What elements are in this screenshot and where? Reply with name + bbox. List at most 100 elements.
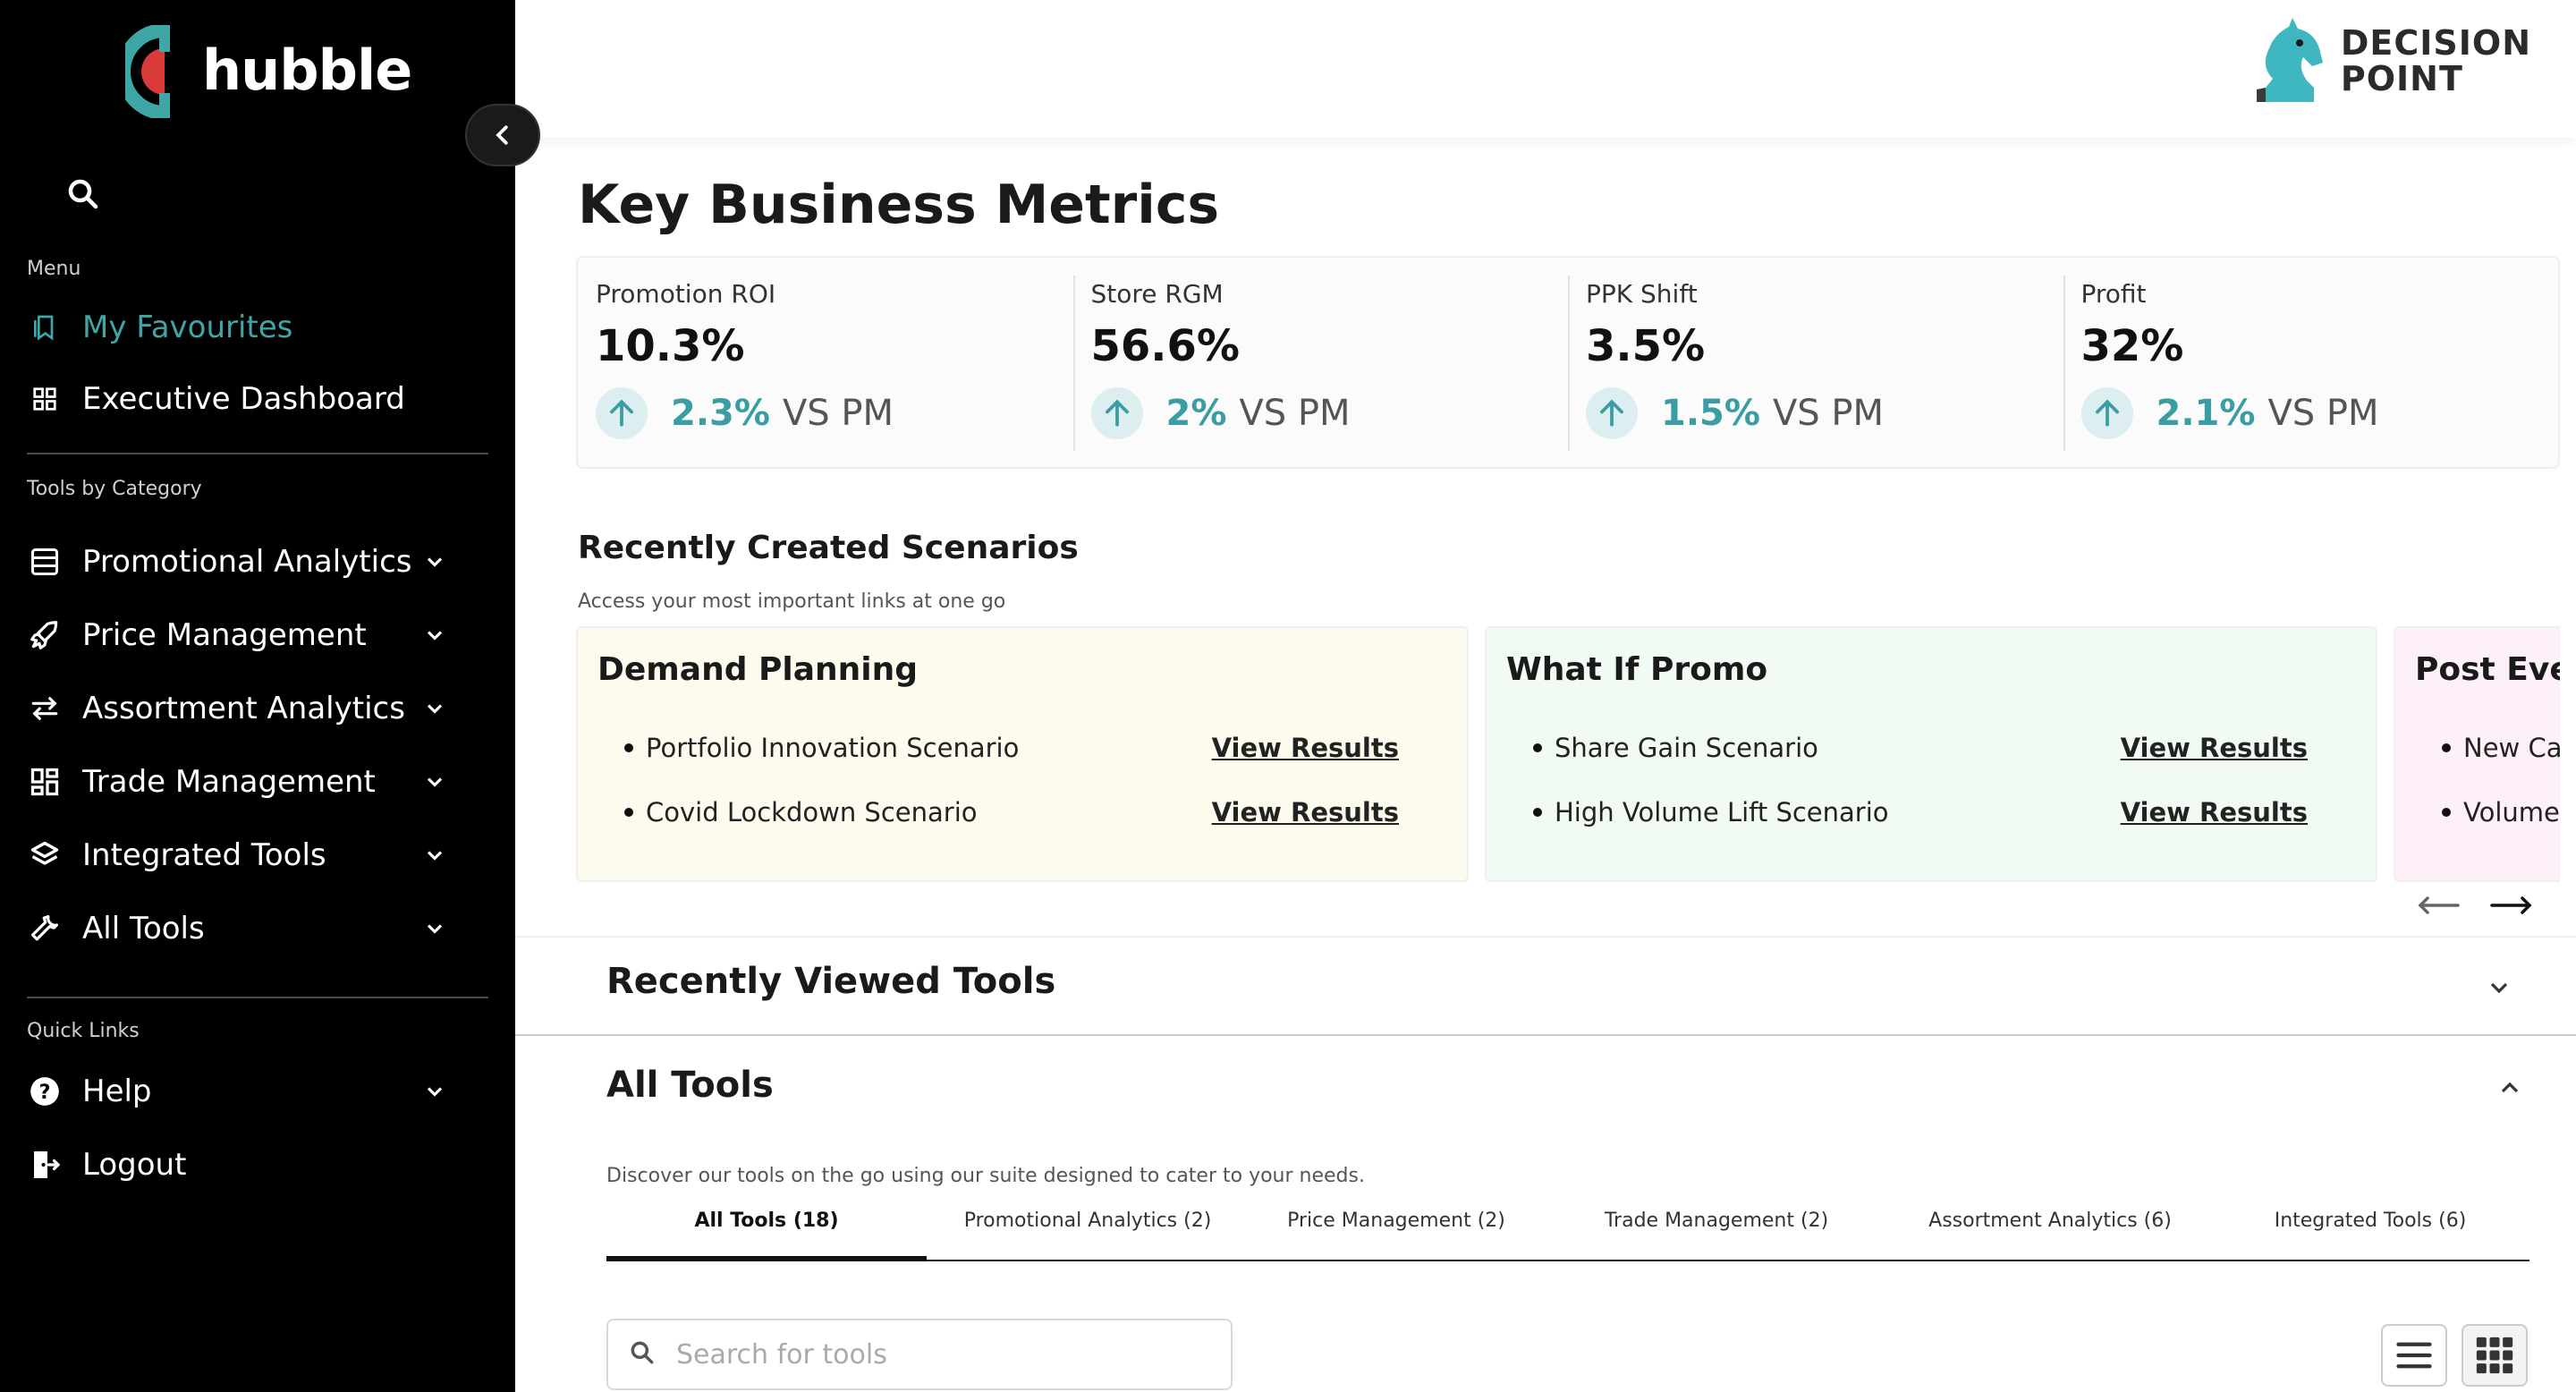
chevron-down-icon[interactable] (422, 1079, 447, 1104)
svg-text:?: ? (39, 1081, 51, 1104)
list-item: Portfolio Innovation Scenario View Resul… (624, 730, 1447, 766)
sidebar-item-integrated-tools[interactable]: Integrated Tools (27, 827, 474, 884)
tools-section-label: Tools by Category (27, 478, 202, 500)
chevron-down-icon[interactable] (422, 769, 447, 794)
sidebar-item-assortment-analytics[interactable]: Assortment Analytics (27, 680, 474, 737)
list-view-icon (2396, 1342, 2432, 1369)
dashboard-icon (27, 764, 63, 800)
quick-links-label: Quick Links (27, 1020, 140, 1042)
chevron-down-icon[interactable] (422, 623, 447, 648)
metric-card-profit: Profit 32% 2.1% VS PM (2063, 258, 2559, 467)
collapse-sidebar-button[interactable] (465, 104, 540, 166)
scenario-name: High Volume Lift Scenario (1555, 797, 1889, 828)
recently-viewed-tools-section[interactable]: Recently Viewed Tools (515, 936, 2576, 1036)
metric-label: Promotion ROI (596, 279, 776, 309)
metric-change-suffix: VS PM (1772, 393, 1885, 434)
tool-search-box[interactable] (606, 1319, 1233, 1390)
sidebar-item-label: All Tools (82, 911, 205, 946)
sidebar-item-trade-management[interactable]: Trade Management (27, 753, 474, 811)
sidebar-item-price-management[interactable]: Price Management (27, 607, 474, 664)
list-item: Covid Lockdown Scenario View Results (624, 794, 1447, 830)
tab-trade-management[interactable]: Trade Management (2) (1544, 1210, 1889, 1261)
metric-change-value: 2.1% (2156, 393, 2256, 434)
tab-promotional-analytics[interactable]: Promotional Analytics (2) (927, 1210, 1249, 1261)
chevron-down-icon[interactable] (2485, 973, 2513, 1002)
view-results-link[interactable]: View Results (2121, 733, 2308, 763)
view-results-link[interactable]: View Results (2121, 797, 2308, 828)
list-item: New Ca (2442, 730, 2560, 766)
chevron-down-icon[interactable] (422, 843, 447, 868)
list-view-button[interactable] (2381, 1324, 2447, 1387)
logout-icon (27, 1147, 63, 1183)
arrow-up-icon (1090, 387, 1143, 439)
partner-logo-line1: Decision (2340, 23, 2531, 63)
view-results-link[interactable]: View Results (1212, 733, 1399, 763)
scenario-name: Share Gain Scenario (1555, 733, 1818, 763)
app-name: hubble (202, 37, 412, 103)
search-icon (628, 1338, 657, 1371)
list-item: Volume (2442, 794, 2560, 830)
sidebar-item-promotional-analytics[interactable]: Promotional Analytics (27, 533, 474, 590)
list-icon (27, 544, 63, 580)
layers-icon (27, 837, 63, 873)
sidebar-item-label: Trade Management (82, 764, 376, 800)
chevron-up-icon[interactable] (2496, 1074, 2524, 1102)
scenario-card-title: Demand Planning (597, 651, 919, 688)
grid-icon (27, 381, 63, 417)
chevron-down-icon[interactable] (422, 696, 447, 721)
arrow-up-icon (1586, 387, 1638, 439)
search-input[interactable] (676, 1338, 1213, 1371)
all-tools-title[interactable]: All Tools (606, 1065, 774, 1106)
main-content: Key Business Metrics Promotion ROI 10.3%… (515, 138, 2576, 1392)
partner-logo-line2: Point (2340, 59, 2463, 98)
help-icon: ? (27, 1074, 63, 1109)
top-header: Decision Point (515, 0, 2576, 138)
view-results-link[interactable]: View Results (1212, 797, 1399, 828)
metric-change-suffix: VS PM (1239, 393, 1351, 434)
metric-value: 10.3% (596, 321, 745, 371)
sidebar-item-logout[interactable]: Logout (27, 1136, 474, 1193)
tab-price-management[interactable]: Price Management (2) (1249, 1210, 1544, 1261)
tab-assortment-analytics[interactable]: Assortment Analytics (6) (1889, 1210, 2211, 1261)
scenario-card-post-event: Post Eve New Ca Volume (2394, 626, 2560, 882)
knight-icon (2256, 18, 2323, 102)
sidebar-item-label: Logout (82, 1147, 187, 1183)
arrow-left-icon[interactable] (2415, 889, 2462, 921)
bookmark-icon (27, 310, 63, 345)
list-item: Share Gain Scenario View Results (1533, 730, 2356, 766)
metric-value: 32% (2080, 321, 2184, 371)
scenarios-title: Recently Created Scenarios (578, 530, 1079, 566)
swap-icon (27, 691, 63, 726)
metric-label: Store RGM (1090, 279, 1224, 309)
metric-change-suffix: VS PM (782, 393, 894, 434)
metric-value: 3.5% (1586, 321, 1706, 371)
sidebar-item-label: Help (82, 1074, 152, 1109)
sidebar-item-help[interactable]: ? Help (27, 1063, 474, 1120)
decision-point-logo: Decision Point (2248, 16, 2531, 106)
arrow-up-icon (596, 387, 648, 439)
arrow-right-icon[interactable] (2488, 889, 2535, 921)
metric-card-store-rgm: Store RGM 56.6% 2% VS PM (1072, 258, 1569, 467)
sidebar-item-my-favourites[interactable]: My Favourites (27, 299, 474, 356)
grid-view-button[interactable] (2462, 1324, 2528, 1387)
recently-viewed-tools-title: Recently Viewed Tools (606, 961, 1056, 1002)
all-tools-subtitle: Discover our tools on the go using our s… (606, 1165, 1365, 1187)
sidebar-item-label: Integrated Tools (82, 837, 326, 873)
search-icon[interactable] (64, 175, 102, 213)
hubble-logo[interactable]: hubble (116, 23, 412, 120)
sidebar-item-label: Promotional Analytics (82, 544, 412, 580)
wrench-icon (27, 911, 63, 946)
metric-card-ppk-shift: PPK Shift 3.5% 1.5% VS PM (1568, 258, 2063, 467)
scenario-name: Portfolio Innovation Scenario (646, 733, 1020, 763)
sidebar-item-executive-dashboard[interactable]: Executive Dashboard (27, 370, 474, 428)
metric-change-value: 1.5% (1661, 393, 1760, 434)
sidebar: hubble Menu My Favourites Executive Dash… (0, 0, 515, 1392)
sidebar-item-all-tools[interactable]: All Tools (27, 900, 474, 957)
chevron-down-icon[interactable] (422, 549, 447, 574)
tab-integrated-tools[interactable]: Integrated Tools (6) (2211, 1210, 2529, 1261)
metric-card-promotion-roi: Promotion ROI 10.3% 2.3% VS PM (578, 258, 1073, 467)
tab-all-tools[interactable]: All Tools (18) (606, 1210, 927, 1261)
scenario-card-title: What If Promo (1506, 651, 1768, 688)
menu-section-label: Menu (27, 258, 81, 280)
chevron-down-icon[interactable] (422, 916, 447, 941)
